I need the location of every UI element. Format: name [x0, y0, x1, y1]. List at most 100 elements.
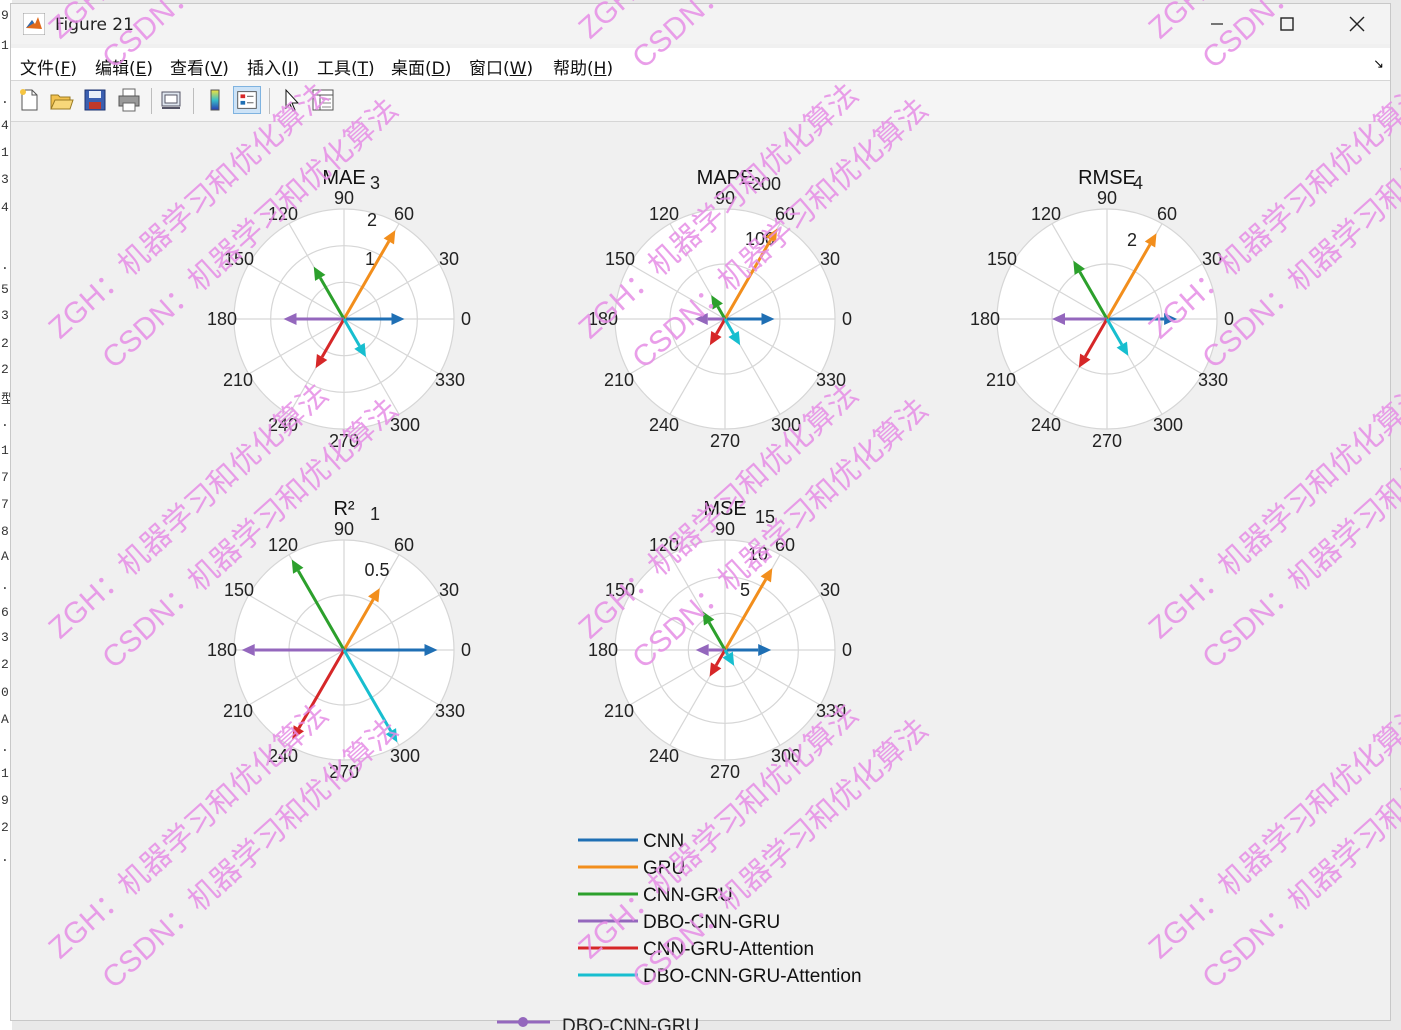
- chart-title: R²: [333, 498, 354, 520]
- legend[interactable]: CNN GRU CNN-GRU DBO-CNN-GRU CNN-GRU-Attentio…: [578, 831, 862, 987]
- angle-tick-label: 0: [461, 309, 471, 329]
- angle-tick-label: 150: [224, 580, 254, 600]
- menu-item-accelerator: D: [431, 59, 445, 79]
- menu-item[interactable]: 查看(V): [170, 54, 229, 79]
- print-icon[interactable]: [115, 86, 143, 114]
- angle-tick-label: 120: [1031, 204, 1061, 224]
- menu-item-label: 编辑(: [95, 59, 136, 79]
- angle-tick-label: 0: [1224, 309, 1234, 329]
- gutter-text: .: [1, 740, 9, 755]
- menu-item-label-tail: ): [526, 59, 534, 79]
- menu-item[interactable]: 文件(F): [20, 54, 77, 79]
- radial-tick-label: 0.5: [364, 560, 389, 580]
- menu-item-label-tail: ): [70, 59, 78, 79]
- maximize-button[interactable]: [1252, 4, 1322, 44]
- menu-item[interactable]: 编辑(E): [95, 54, 153, 79]
- menu-item-label: 插入(: [247, 59, 288, 79]
- polar-chart-3: 030609012015018021024027030033024RMSE: [970, 167, 1234, 451]
- menu-item[interactable]: 帮助(H): [553, 54, 613, 79]
- gutter-text: 9: [1, 8, 9, 23]
- gutter-text: 7: [1, 497, 9, 512]
- figure-window: Figure 21 ↘ 文件(F) 编辑(E) 查看(V) 插入(I) 工具(T) 桌面(…: [10, 3, 1391, 1021]
- gutter-text: .: [1, 258, 9, 273]
- angle-tick-label: 150: [224, 249, 254, 269]
- maximize-icon: [1280, 17, 1294, 31]
- angle-tick-label: 330: [1198, 370, 1228, 390]
- gutter-text: .: [1, 850, 9, 865]
- gutter-text: 3: [1, 172, 9, 187]
- gutter-text: 2: [1, 657, 9, 672]
- link-plot-icon[interactable]: [157, 86, 185, 114]
- gutter-text: 6: [1, 605, 9, 620]
- legend-entry: CNN-GRU-Attention: [643, 939, 814, 960]
- angle-tick-label: 150: [605, 249, 635, 269]
- polar-chart-5: 0 30 60 90 120 150 180 210 240 270 300 330 5 10 15 MSE: [588, 498, 852, 782]
- polar-chart-4: 0 30 60 90 120 150 180 210 240 270 300 330 0.5 1 R²: [207, 498, 471, 782]
- angle-tick-label: 300: [390, 415, 420, 435]
- angle-tick-label: 210: [223, 370, 253, 390]
- radial-tick-label: 5: [740, 580, 750, 600]
- angle-tick-label: 330: [435, 701, 465, 721]
- menu-item[interactable]: 工具(T): [317, 54, 375, 79]
- save-icon[interactable]: [81, 86, 109, 114]
- colorbar-icon[interactable]: [201, 86, 229, 114]
- menu-item-label: 工具(: [317, 59, 358, 79]
- angle-tick-label: 330: [816, 370, 846, 390]
- edit-plot-cursor-icon[interactable]: [277, 86, 305, 114]
- angle-tick-label: 180: [207, 309, 237, 329]
- dock-arrow-icon[interactable]: ↘: [1373, 56, 1384, 72]
- chart-title: MAPE: [697, 167, 754, 189]
- legend-entry: CNN: [643, 831, 684, 852]
- gutter-text: 2: [1, 362, 9, 377]
- gutter-text: 3: [1, 630, 9, 645]
- close-button[interactable]: [1322, 4, 1392, 44]
- angle-tick-label: 0: [842, 309, 852, 329]
- radial-tick-label: 3: [370, 173, 380, 193]
- menu-item-label-tail: ): [368, 59, 375, 79]
- chart-title: MSE: [703, 498, 746, 520]
- angle-tick-label: 60: [775, 535, 795, 555]
- menu-item-label: 文件(: [20, 59, 61, 79]
- figure-canvas: 0 30 60 90 120 150 180 210 240 270 300 330 1 2 3 MAE 0 30…: [11, 122, 1390, 1020]
- open-file-icon[interactable]: [47, 86, 75, 114]
- gutter-text: .: [1, 578, 9, 593]
- angle-tick-label: 150: [987, 249, 1017, 269]
- gutter-text: .: [1, 92, 9, 107]
- menu-item-accelerator: E: [135, 59, 147, 79]
- menu-item-label-tail: ): [146, 59, 154, 79]
- legend-entry: DBO-CNN-GRU: [643, 912, 780, 933]
- angle-tick-label: 60: [394, 204, 414, 224]
- angle-tick-label: 300: [771, 415, 801, 435]
- angle-tick-label: 60: [1157, 204, 1177, 224]
- angle-tick-label: 270: [329, 762, 359, 782]
- angle-tick-label: 240: [1031, 415, 1061, 435]
- gutter-text: 4: [1, 200, 9, 215]
- menu-item[interactable]: 插入(I): [247, 54, 299, 79]
- legend-icon[interactable]: [233, 86, 261, 114]
- angle-tick-label: 300: [390, 746, 420, 766]
- menu-item[interactable]: 窗口(W): [469, 54, 533, 79]
- chart-title: MAE: [322, 167, 365, 189]
- chart-title: RMSE: [1078, 167, 1136, 189]
- legend-entry: CNN-GRU: [643, 885, 733, 906]
- angle-tick-label: 180: [588, 640, 618, 660]
- angle-tick-label: 300: [771, 746, 801, 766]
- close-icon: [1349, 16, 1365, 32]
- angle-tick-label: 240: [649, 415, 679, 435]
- gutter-text: 2: [1, 820, 9, 835]
- angle-tick-label: 120: [649, 535, 679, 555]
- legend-entry: DBO-CNN-GRU-Attention: [643, 966, 862, 987]
- menu-item-label: 桌面(: [391, 59, 432, 79]
- angle-tick-label: 210: [986, 370, 1016, 390]
- angle-tick-label: 90: [334, 519, 354, 539]
- minimize-button[interactable]: [1182, 4, 1252, 44]
- new-figure-icon[interactable]: [15, 86, 43, 114]
- angle-tick-label: 30: [439, 249, 459, 269]
- toolbar-separator: [151, 88, 152, 114]
- angle-tick-label: 0: [461, 640, 471, 660]
- property-inspector-icon[interactable]: [309, 86, 337, 114]
- menu-item-label: 查看(: [170, 59, 211, 79]
- menu-item-label-tail: ): [222, 59, 229, 79]
- gutter-text: 2: [1, 336, 9, 351]
- menu-item[interactable]: 桌面(D): [391, 54, 451, 79]
